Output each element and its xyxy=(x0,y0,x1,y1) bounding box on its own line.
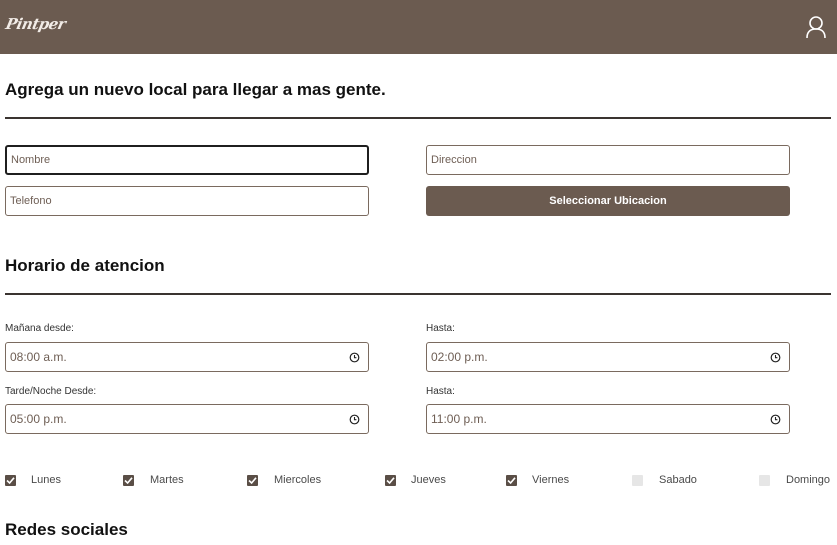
morning-from-value: 08:00 a.m. xyxy=(10,350,67,364)
checkbox-jueves[interactable] xyxy=(385,474,396,486)
clock-icon[interactable] xyxy=(770,352,781,363)
checkbox-viernes[interactable] xyxy=(506,474,517,486)
morning-to-time-input[interactable]: 02:00 p.m. xyxy=(426,342,790,372)
brand-logo[interactable]: Pintper xyxy=(4,15,67,33)
evening-to-value: 11:00 p.m. xyxy=(431,412,487,426)
clock-icon[interactable] xyxy=(770,414,781,425)
evening-to-time-input[interactable]: 11:00 p.m. xyxy=(426,404,790,434)
title-divider xyxy=(5,117,831,119)
evening-from-time-input[interactable]: 05:00 p.m. xyxy=(5,404,369,434)
evening-to-label: Hasta: xyxy=(426,386,455,397)
day-jueves[interactable]: Jueves xyxy=(385,472,446,488)
day-domingo[interactable]: Domingo xyxy=(759,472,830,488)
morning-to-value: 02:00 p.m. xyxy=(431,350,488,364)
schedule-heading: Horario de atencion xyxy=(5,256,165,275)
evening-from-label: Tarde/Noche Desde: xyxy=(5,386,97,397)
top-bar: Pintper xyxy=(0,0,837,54)
nombre-input[interactable] xyxy=(5,145,369,175)
day-label-domingo: Domingo xyxy=(786,474,831,486)
direccion-input[interactable] xyxy=(426,145,790,175)
checkbox-lunes[interactable] xyxy=(5,474,16,486)
day-label-miercoles: Miercoles xyxy=(274,474,322,486)
clock-icon[interactable] xyxy=(349,352,360,363)
select-location-button[interactable]: Seleccionar Ubicacion xyxy=(426,186,790,216)
page-title: Agrega un nuevo local para llegar a mas … xyxy=(5,80,386,99)
day-label-martes: Martes xyxy=(150,474,184,486)
day-sabado[interactable]: Sabado xyxy=(632,472,697,488)
user-icon[interactable] xyxy=(805,15,827,39)
schedule-divider xyxy=(5,293,831,295)
day-lunes[interactable]: Lunes xyxy=(5,472,61,488)
social-heading: Redes sociales xyxy=(5,520,128,539)
day-label-lunes: Lunes xyxy=(31,474,61,486)
day-viernes[interactable]: Viernes xyxy=(506,472,569,488)
evening-from-value: 05:00 p.m. xyxy=(10,412,67,426)
day-miercoles[interactable]: Miercoles xyxy=(247,472,321,488)
day-label-sabado: Sabado xyxy=(659,474,697,486)
day-label-viernes: Viernes xyxy=(532,474,570,486)
clock-icon[interactable] xyxy=(349,414,360,425)
day-martes[interactable]: Martes xyxy=(123,472,184,488)
morning-from-label: Mañana desde: xyxy=(5,323,74,334)
checkbox-martes[interactable] xyxy=(123,474,134,486)
day-label-jueves: Jueves xyxy=(411,474,446,486)
checkbox-sabado[interactable] xyxy=(632,474,643,486)
checkbox-domingo[interactable] xyxy=(759,474,770,486)
checkbox-miercoles[interactable] xyxy=(247,474,258,486)
telefono-input[interactable] xyxy=(5,186,369,216)
morning-to-label: Hasta: xyxy=(426,323,455,334)
morning-from-time-input[interactable]: 08:00 a.m. xyxy=(5,342,369,372)
